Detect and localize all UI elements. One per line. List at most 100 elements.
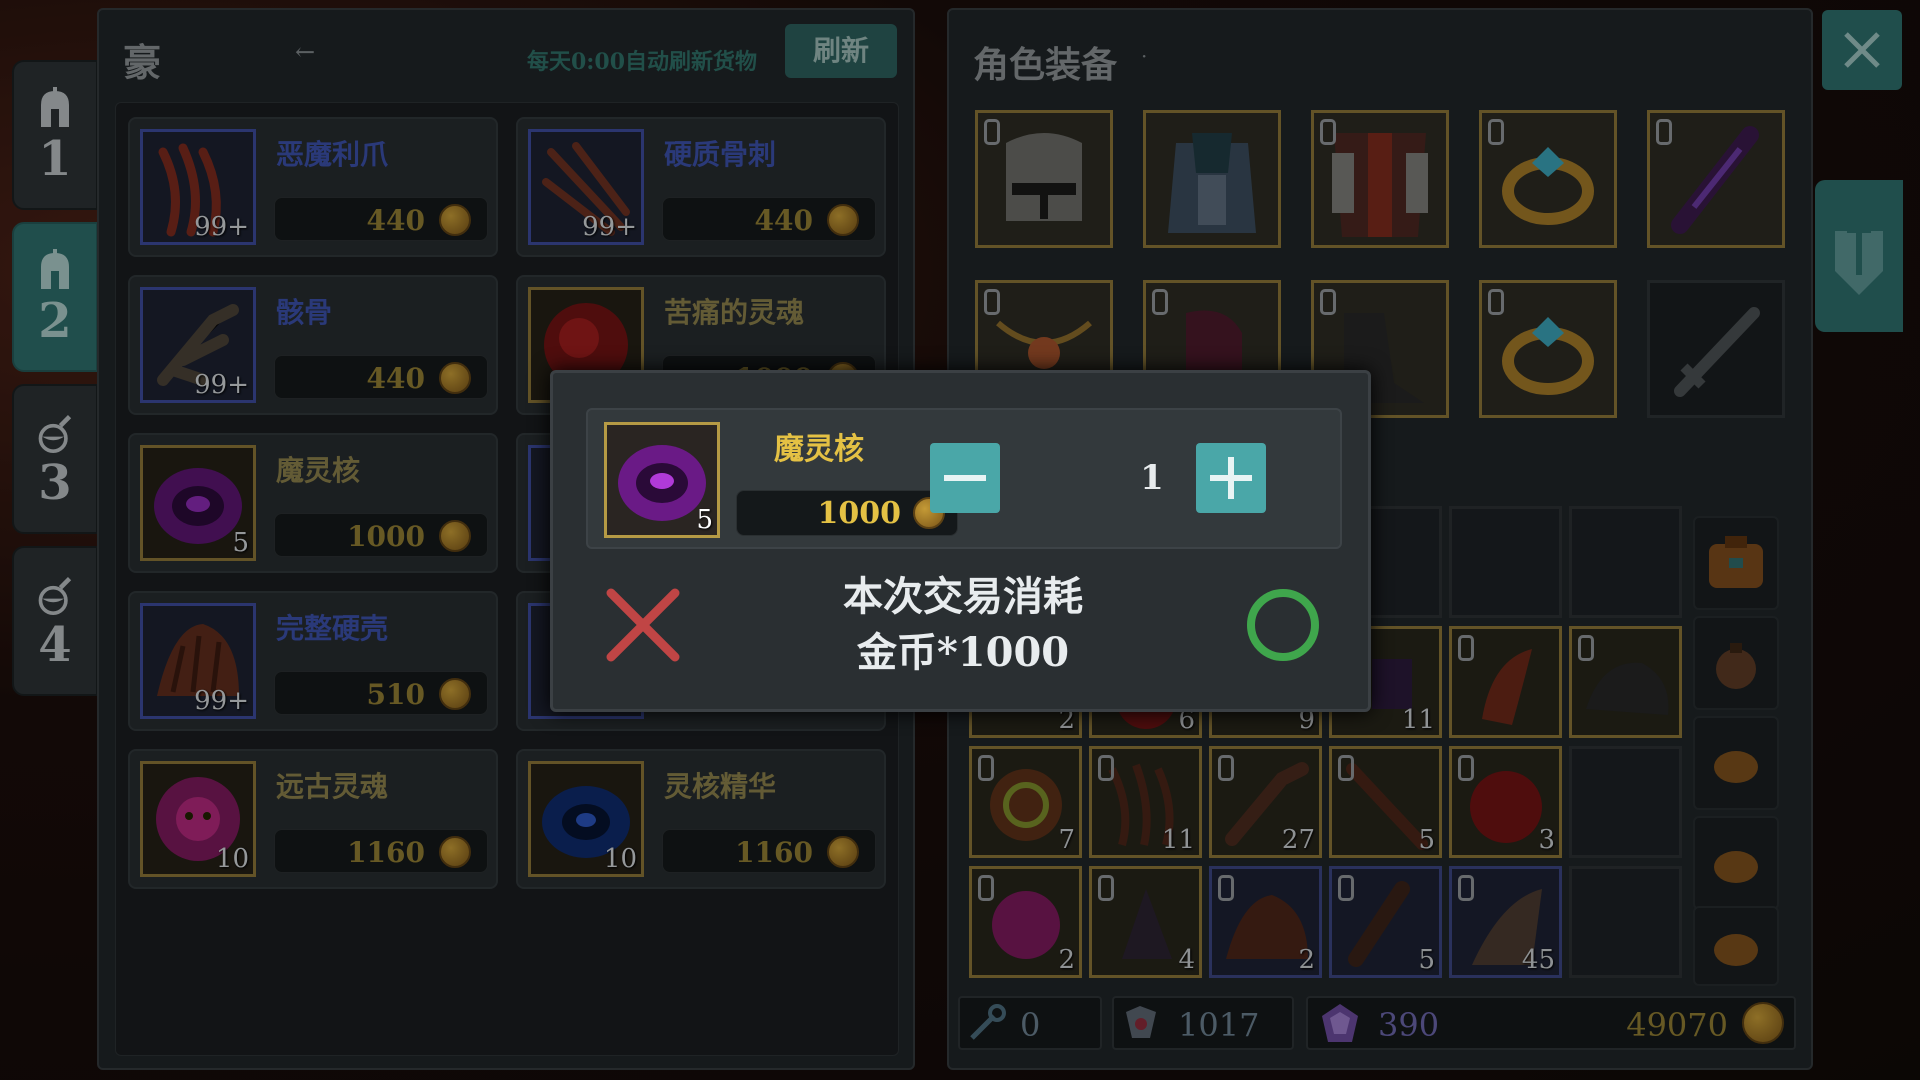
key-icon (970, 1004, 1006, 1040)
purple-core-icon: 5 (140, 445, 256, 561)
shop-item[interactable]: 99+ 骸骨 440 (128, 275, 498, 415)
slot-quantity: 11 (1401, 705, 1435, 735)
cancel-button[interactable] (603, 585, 683, 665)
bag-tab-pouch-small[interactable] (1693, 906, 1779, 986)
equip-slot-ring[interactable] (1479, 110, 1617, 248)
item-name: 灵核精华 (664, 770, 777, 803)
equipment-side-tab[interactable] (1815, 180, 1903, 332)
shop-item[interactable]: 99+ 完整硬壳 510 (128, 591, 498, 731)
inventory-slot[interactable] (1569, 866, 1682, 978)
refresh-button[interactable]: 刷新 (785, 24, 897, 78)
inventory-slot[interactable]: 5 (1329, 866, 1442, 978)
pouch-icon (1716, 643, 1756, 689)
tab-number: 1 (38, 131, 72, 187)
lock-icon (1098, 755, 1114, 781)
increase-quantity-button[interactable] (1196, 443, 1266, 513)
potion-icon (35, 571, 75, 619)
lock-icon (1458, 635, 1474, 661)
bag-tab-pouch-small[interactable] (1693, 716, 1779, 810)
helmet-icon (35, 247, 75, 295)
lock-icon (1458, 875, 1474, 901)
equip-slot-cloak[interactable] (1143, 110, 1281, 248)
equipment-title: 角色装备 (973, 44, 1118, 86)
slot-quantity: 3 (1538, 825, 1555, 855)
gold-coin-icon (439, 836, 471, 868)
lock-icon (1098, 875, 1114, 901)
lock-icon (1320, 289, 1336, 315)
inventory-slot[interactable]: 45 (1449, 866, 1562, 978)
inventory-slot[interactable]: 5 (1329, 746, 1442, 858)
inventory-slot[interactable] (1449, 506, 1562, 618)
item-name: 魔灵核 (276, 454, 361, 487)
bag-tab-pouch-small[interactable] (1693, 816, 1779, 910)
gold-coin-icon (439, 520, 471, 552)
shop-item[interactable]: 99+ 恶魔利爪 440 (128, 117, 498, 257)
decrease-quantity-button[interactable] (930, 443, 1000, 513)
equip-slot-ring-2[interactable] (1479, 280, 1617, 418)
confirm-button[interactable] (1243, 585, 1323, 665)
refresh-note: 每天0:00自动刷新货物 (527, 49, 758, 75)
inventory-slot[interactable]: 2 (1209, 866, 1322, 978)
potion-icon (35, 409, 75, 457)
item-name: 苦痛的灵魂 (664, 296, 805, 329)
inventory-slot[interactable]: 7 (969, 746, 1082, 858)
side-tab-3[interactable]: 3 (12, 384, 98, 534)
item-quantity: 99+ (194, 686, 249, 716)
inventory-slot[interactable] (1569, 626, 1682, 738)
side-tab-2[interactable]: 2 (12, 222, 98, 372)
slot-quantity: 7 (1058, 825, 1075, 855)
shop-item[interactable]: 99+ 硬质骨刺 440 (516, 117, 886, 257)
pouch-icon (1714, 934, 1758, 966)
lock-icon (978, 875, 994, 901)
lock-icon (1218, 755, 1234, 781)
slot-quantity: 5 (1418, 825, 1435, 855)
side-tab-4[interactable]: 4 (12, 546, 98, 696)
price-value: 440 (366, 362, 425, 395)
inventory-slot[interactable]: 4 (1089, 866, 1202, 978)
equip-slot-weapon[interactable] (1647, 280, 1785, 418)
inventory-slot[interactable] (1569, 746, 1682, 858)
shop-item[interactable]: 10 灵核精华 1160 (516, 749, 886, 889)
purchase-item-name: 魔灵核 (774, 432, 864, 467)
slot-quantity: 5 (1418, 945, 1435, 975)
close-button[interactable] (1822, 10, 1902, 90)
gold-coin-icon (827, 836, 859, 868)
equip-slot-helmet[interactable] (975, 110, 1113, 248)
item-price: 510 (274, 671, 488, 715)
item-quantity: 5 (696, 505, 713, 535)
slot-quantity: 45 (1521, 945, 1555, 975)
inventory-slot[interactable]: 27 (1209, 746, 1322, 858)
transaction-message: 本次交易消耗 金币*1000 (753, 569, 1173, 681)
inventory-slot[interactable] (1449, 626, 1562, 738)
equip-slot-chest-armor[interactable] (1311, 110, 1449, 248)
item-price: 1160 (274, 829, 488, 873)
back-arrow-icon[interactable]: ← (295, 38, 315, 66)
item-name: 硬质骨刺 (664, 138, 777, 171)
item-name: 远古灵魂 (276, 770, 389, 803)
slot-quantity: 11 (1161, 825, 1195, 855)
lock-icon (984, 119, 1000, 145)
bag-tab-pouch[interactable] (1693, 616, 1779, 710)
lock-icon (1488, 289, 1504, 315)
lock-icon (1488, 119, 1504, 145)
item-name: 骸骨 (276, 296, 333, 329)
price-value: 440 (366, 204, 425, 237)
equip-slot-dagger[interactable] (1647, 110, 1785, 248)
currency-counter: 390 49070 (1306, 996, 1796, 1050)
lock-icon (1338, 755, 1354, 781)
tab-number: 4 (38, 617, 72, 673)
side-tab-1[interactable]: 1 (12, 60, 98, 210)
inventory-slot[interactable]: 11 (1089, 746, 1202, 858)
bag-tab-backpack[interactable] (1693, 516, 1779, 610)
gold-coin-icon (827, 204, 859, 236)
crystals-value: 390 (1378, 1006, 1440, 1044)
shop-item[interactable]: 5 魔灵核 1000 (128, 433, 498, 573)
keys-counter: 0 (958, 996, 1102, 1050)
plus-icon (1210, 457, 1252, 499)
inventory-slot[interactable] (1569, 506, 1682, 618)
shop-item[interactable]: 10 远古灵魂 1160 (128, 749, 498, 889)
inventory-slot[interactable]: 3 (1449, 746, 1562, 858)
lock-icon (978, 755, 994, 781)
price-value: 440 (754, 204, 813, 237)
inventory-slot[interactable]: 2 (969, 866, 1082, 978)
